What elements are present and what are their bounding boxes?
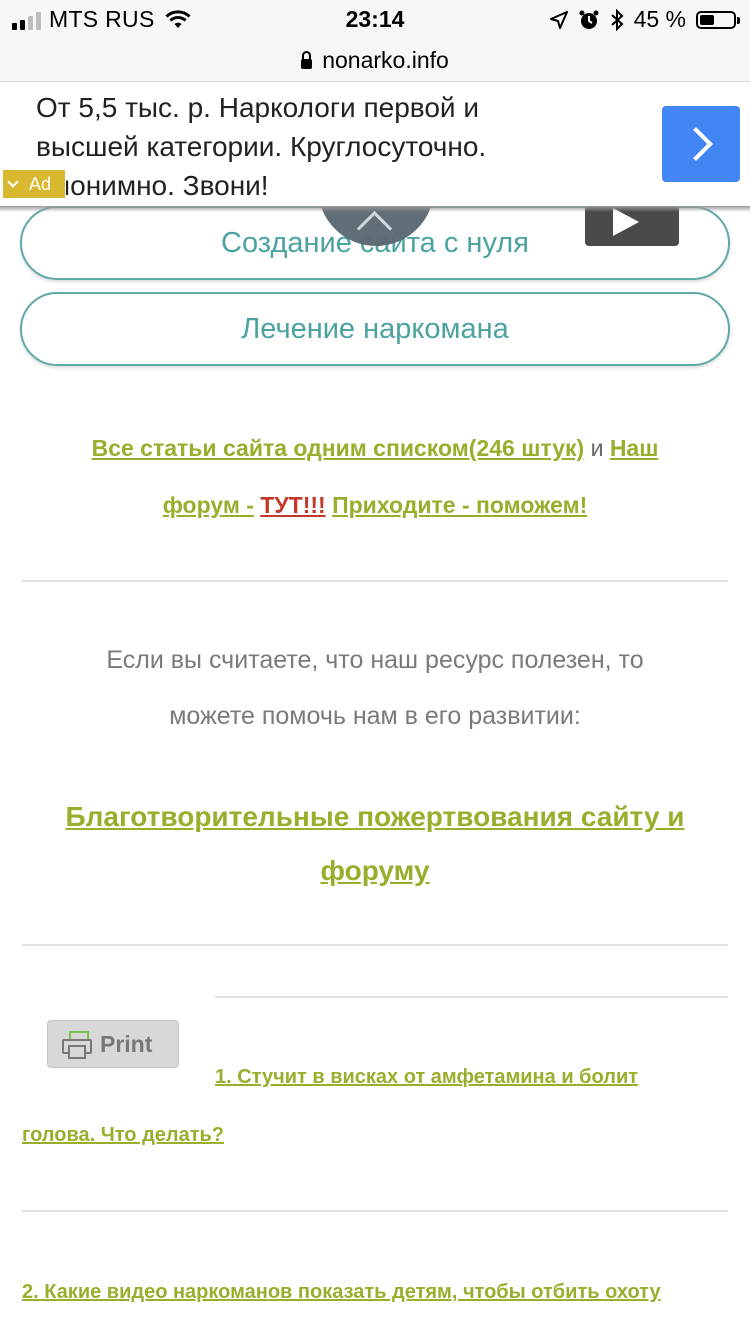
ad-shadow [0,206,750,212]
donate-block: Благотворительные пожертвования сайту и … [22,790,728,898]
divider [22,944,728,946]
chevron-up-icon [356,210,393,247]
address-bar[interactable]: nonarko.info [0,40,750,82]
print-button[interactable]: Print [47,1020,179,1068]
support-line1: Если вы считаете, что наш ресурс полезен… [106,646,644,674]
ad-badge[interactable]: Ad [2,169,66,199]
donate-link-line2[interactable]: форуму [320,855,429,886]
forum-help-link[interactable]: Приходите - поможем! [332,492,587,518]
battery-percent: 45 % [633,6,686,32]
divider [22,580,728,582]
and-text: и [590,435,604,461]
ad-open-button[interactable] [662,106,740,182]
chevron-down-icon [7,176,19,188]
all-articles-link[interactable]: Все статьи сайта одним списком(246 штук) [92,435,585,461]
ad-badge-label: Ad [29,173,52,194]
chevron-right-icon [679,127,713,161]
ad-banner[interactable]: От 5,5 тыс. р. Наркологи первой и высшей… [0,82,750,206]
menu-button-addict-treatment[interactable]: Лечение наркомана [20,292,730,366]
play-icon [613,208,639,236]
forum-link-part1[interactable]: Наш [610,435,659,461]
donate-link-line1[interactable]: Благотворительные пожертвования сайту и [65,801,684,832]
site-links-paragraph: Все статьи сайта одним списком(246 штук)… [22,420,728,534]
support-text: Если вы считаете, что наш ресурс полезен… [22,632,728,744]
print-label: Print [100,1030,153,1057]
battery-icon [696,10,740,29]
battery-fill [700,14,714,25]
alarm-icon [579,10,599,29]
article-link-2[interactable]: 2. Какие видео наркоманов показать детям… [22,1281,661,1304]
support-line2: можете помочь нам в его развитии: [169,702,581,730]
url-text: nonarko.info [322,47,449,73]
divider [22,1210,728,1212]
article-link-1-continued[interactable]: голова. Что делать? [22,1124,224,1147]
article-link-1[interactable]: 1. Стучит в висках от амфетамина и болит [215,1066,638,1089]
divider [215,996,728,998]
ad-text-line2: высшей категории. Круглосуточно. [36,131,487,162]
forum-here-link[interactable]: ТУТ!!! [260,492,325,518]
ad-text-line1: От 5,5 тыс. р. Наркологи первой и [36,92,479,123]
status-bar: MTS RUS 23:14 45 % [0,0,750,40]
status-right: 45 % [549,6,740,33]
printer-icon [62,1031,92,1059]
forum-link-part2[interactable]: форум - [163,492,254,518]
lock-icon [301,50,313,69]
bluetooth-icon [610,8,624,31]
location-icon [549,10,568,29]
ad-text[interactable]: От 5,5 тыс. р. Наркологи первой и высшей… [36,88,636,205]
ad-text-line3: Анонимно. Звони! [36,170,269,201]
